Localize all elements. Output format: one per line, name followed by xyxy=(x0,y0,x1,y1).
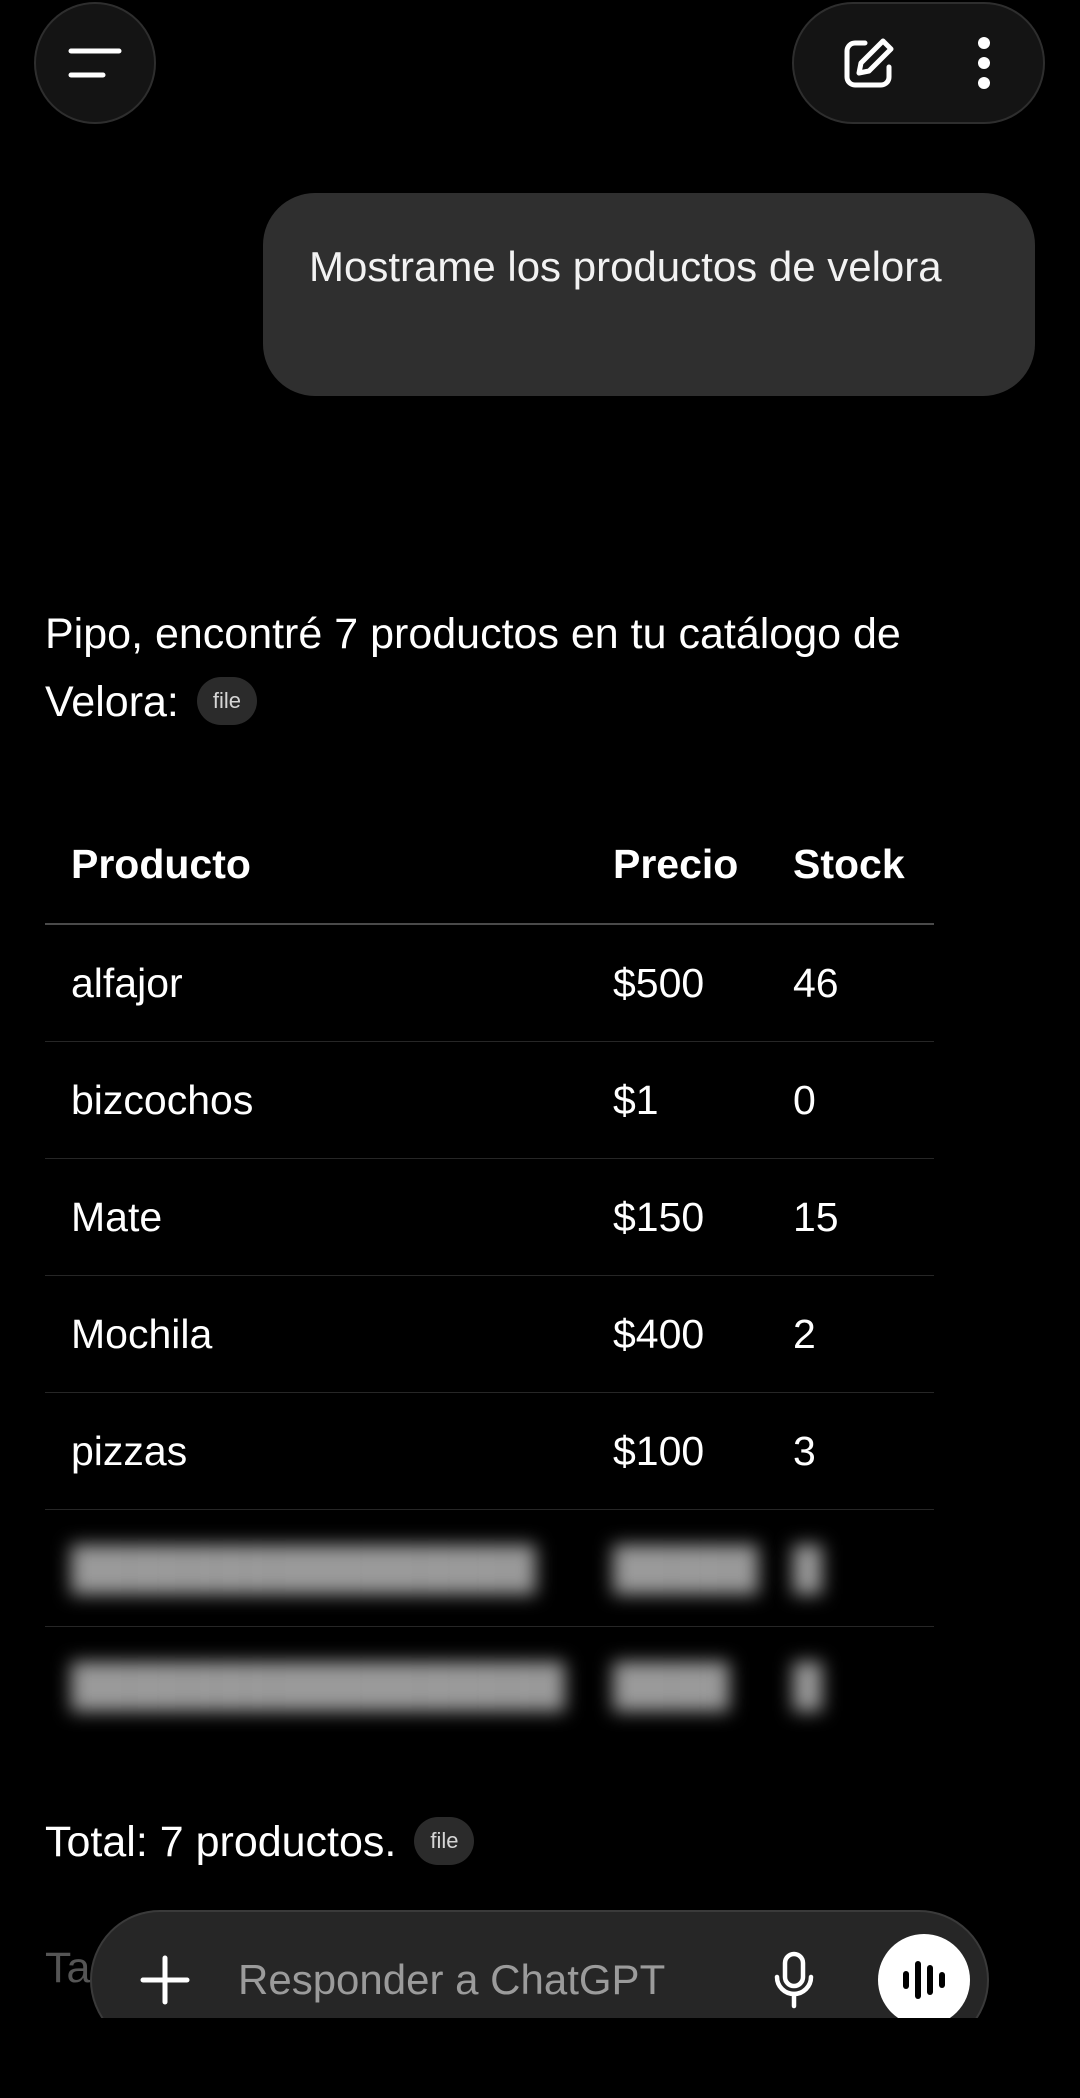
citation-chip[interactable]: file xyxy=(196,676,257,725)
redacted-cell: █████████████████ xyxy=(71,1661,565,1708)
citation-chip[interactable]: file xyxy=(414,1816,475,1865)
redacted-cell: ████████████████ xyxy=(45,1509,613,1627)
partial-text-behind-composer: Ta xyxy=(45,1944,91,1992)
column-header-producto: Producto xyxy=(45,806,613,925)
assistant-total-line: Total: 7 productos. file xyxy=(45,1808,475,1876)
product-price-cell: $400 xyxy=(613,1275,793,1393)
menu-icon xyxy=(68,48,122,78)
redacted-table-row: █████████████████ ████ █ xyxy=(45,1627,934,1744)
header-actions xyxy=(792,2,1045,124)
product-stock-cell: 3 xyxy=(793,1392,934,1510)
user-message-bubble: Mostrame los productos de velora xyxy=(263,193,1035,396)
product-name-cell: Mate xyxy=(45,1158,613,1276)
column-header-stock: Stock xyxy=(793,806,934,925)
plus-icon xyxy=(140,1955,190,2005)
table-row: Mochila $400 2 xyxy=(45,1275,934,1393)
product-stock-cell: 15 xyxy=(793,1158,934,1276)
user-message-text: Mostrame los productos de velora xyxy=(309,243,942,290)
product-price-cell: $500 xyxy=(613,924,793,1042)
total-text: Total: 7 productos. xyxy=(45,1818,397,1866)
new-chat-edit-icon xyxy=(844,38,894,88)
menu-button[interactable] xyxy=(34,2,156,124)
product-price-cell: $150 xyxy=(613,1158,793,1276)
redacted-cell: ████ xyxy=(613,1661,730,1708)
product-name-cell: bizcochos xyxy=(45,1041,613,1159)
product-name-cell: pizzas xyxy=(45,1392,613,1510)
more-options-button[interactable] xyxy=(934,4,1034,122)
product-price-cell: $100 xyxy=(613,1392,793,1510)
assistant-message-intro: Pipo, encontré 7 productos en tu catálog… xyxy=(45,600,1005,736)
table-row: pizzas $100 3 xyxy=(45,1392,934,1510)
product-stock-cell: 46 xyxy=(793,924,934,1042)
bottom-safe-area xyxy=(0,2018,1080,2098)
new-chat-button[interactable] xyxy=(814,4,924,122)
more-vertical-icon xyxy=(978,37,990,89)
product-price-cell: $1 xyxy=(613,1041,793,1159)
assistant-intro-text: Pipo, encontré 7 productos en tu catálog… xyxy=(45,610,901,726)
table-row: alfajor $500 46 xyxy=(45,924,934,1042)
redacted-cell: █ xyxy=(793,1509,934,1627)
microphone-icon xyxy=(774,1951,814,2009)
product-name-cell: Mochila xyxy=(45,1275,613,1393)
table-row: Mate $150 15 xyxy=(45,1158,934,1276)
product-name-cell: alfajor xyxy=(45,924,613,1042)
table-header-row: Producto Precio Stock xyxy=(45,806,934,925)
product-stock-cell: 2 xyxy=(793,1275,934,1393)
redacted-table-row: ████████████████ █████ █ xyxy=(45,1509,934,1627)
redacted-cell: █████ xyxy=(613,1509,793,1627)
column-header-precio: Precio xyxy=(613,806,793,925)
voice-mode-icon xyxy=(903,1961,945,1999)
voice-mode-button[interactable] xyxy=(878,1934,970,2026)
table-row: bizcochos $1 0 xyxy=(45,1041,934,1159)
products-table: Producto Precio Stock alfajor $500 46 bi… xyxy=(45,806,934,1743)
redacted-cell: █ xyxy=(793,1661,823,1708)
product-stock-cell: 0 xyxy=(793,1041,934,1159)
